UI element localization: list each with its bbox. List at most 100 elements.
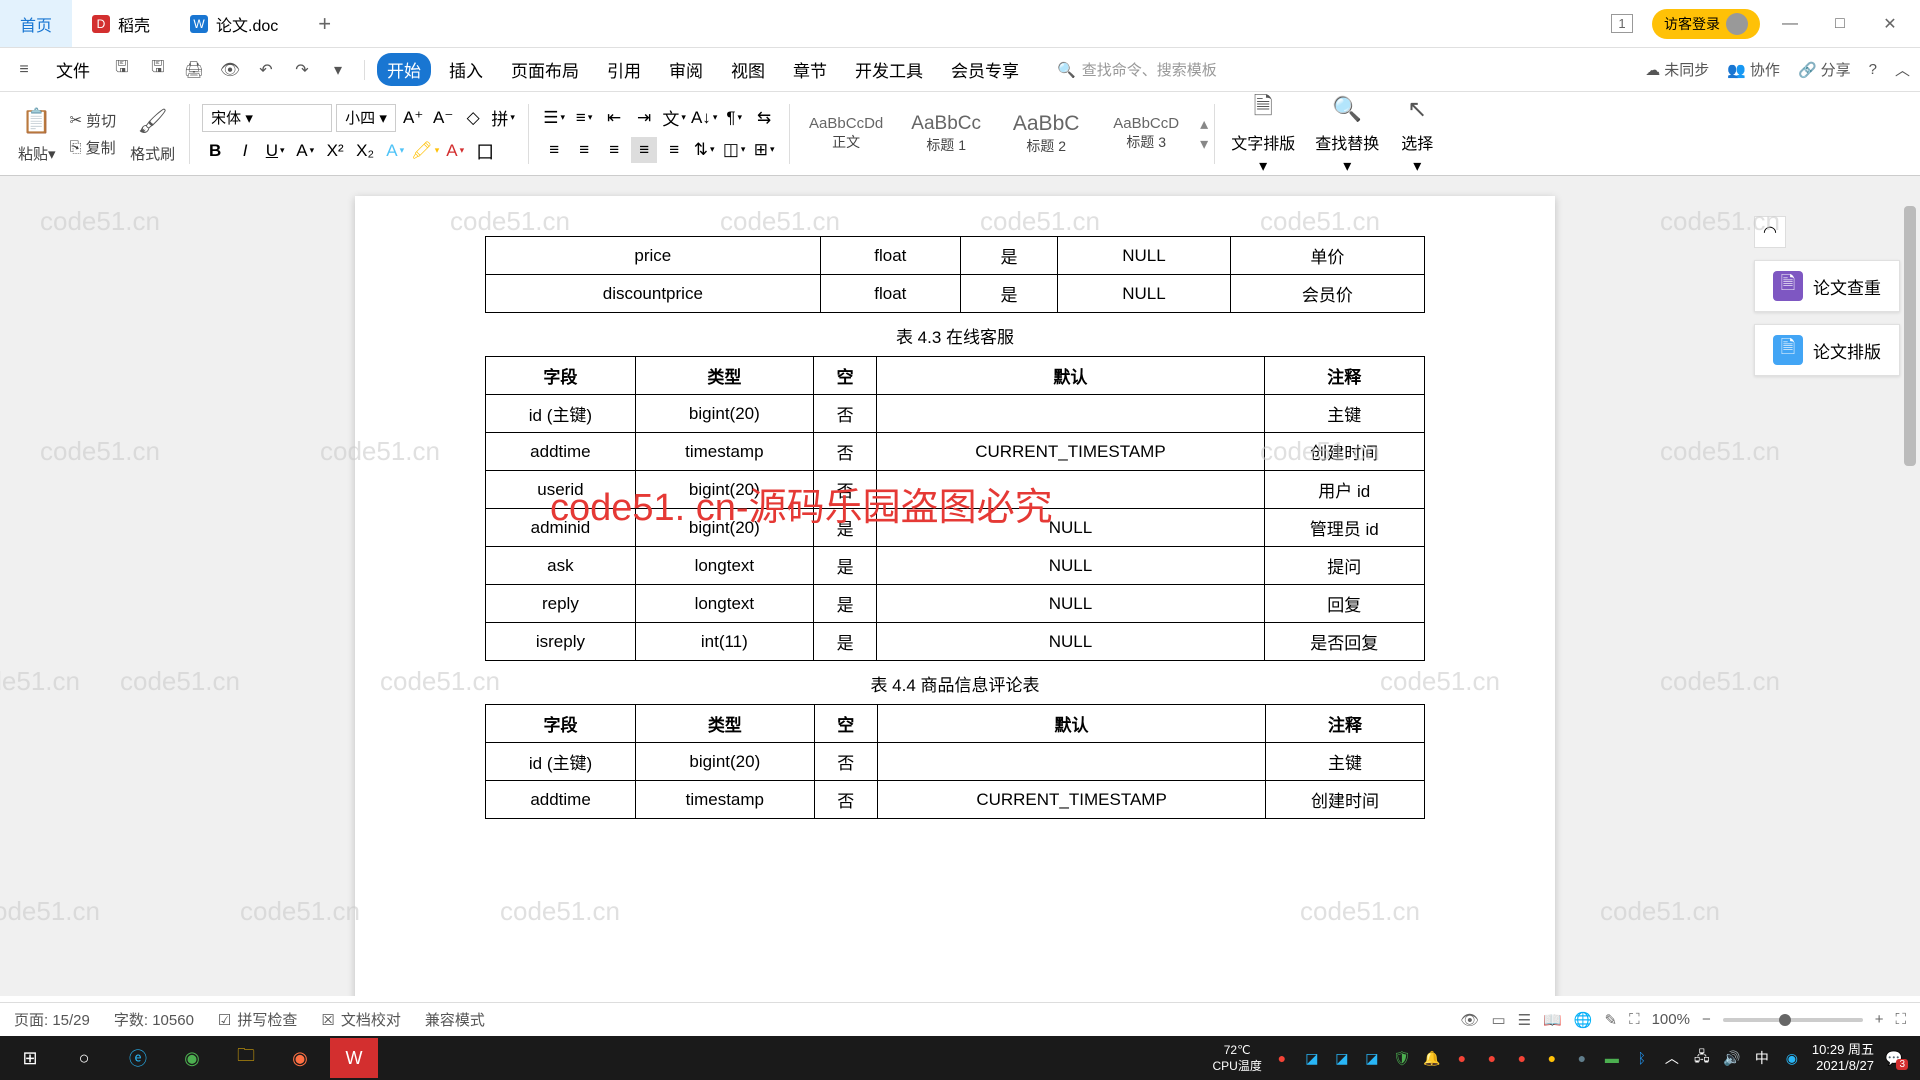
- minimize-button[interactable]: —: [1770, 4, 1810, 44]
- page-indicator[interactable]: 1: [1602, 4, 1642, 44]
- tray-icon[interactable]: 🛡: [1392, 1048, 1412, 1068]
- vertical-scrollbar[interactable]: [1902, 176, 1918, 996]
- style-heading1[interactable]: AaBbCc标题 1: [896, 104, 996, 164]
- asian-layout-button[interactable]: 文: [661, 105, 687, 131]
- spell-check-toggle[interactable]: ☑ 拼写检查: [218, 1009, 297, 1030]
- menu-review[interactable]: 审阅: [659, 53, 713, 86]
- increase-font-icon[interactable]: A⁺: [400, 105, 426, 131]
- ie-icon[interactable]: ⓔ: [114, 1038, 162, 1078]
- menu-layout[interactable]: 页面布局: [501, 53, 589, 86]
- dropdown-icon[interactable]: ▾: [324, 56, 352, 84]
- highlight-button[interactable]: 🖍: [412, 138, 438, 164]
- bold-button[interactable]: B: [202, 138, 228, 164]
- menu-file[interactable]: 文件: [46, 53, 100, 86]
- align-right-button[interactable]: ≡: [601, 137, 627, 163]
- style-heading3[interactable]: AaBbCcD标题 3: [1096, 104, 1196, 164]
- format-painter-label[interactable]: 格式刷: [130, 143, 175, 164]
- tray-icon[interactable]: ▬: [1602, 1048, 1622, 1068]
- menu-chapter[interactable]: 章节: [783, 53, 837, 86]
- document-page[interactable]: pricefloat是NULL单价 discountpricefloat是NUL…: [355, 196, 1555, 996]
- decrease-indent-button[interactable]: ⇤: [601, 105, 627, 131]
- decrease-font-icon[interactable]: A⁻: [430, 105, 456, 131]
- paper-check-button[interactable]: 🗎论文查重: [1754, 260, 1900, 312]
- web-icon[interactable]: 🌐: [1574, 1011, 1593, 1029]
- bullet-list-button[interactable]: ☰: [541, 105, 567, 131]
- phonetic-icon[interactable]: 拼: [490, 105, 516, 131]
- redo-icon[interactable]: ↷: [288, 56, 316, 84]
- font-size-select[interactable]: 小四 ▾: [336, 104, 396, 132]
- collapse-panel-button[interactable]: ◠: [1754, 216, 1786, 248]
- tray-icon[interactable]: ●: [1272, 1048, 1292, 1068]
- close-button[interactable]: ✕: [1870, 4, 1910, 44]
- sync-status[interactable]: ☁ 未同步: [1645, 59, 1709, 80]
- shading-button[interactable]: ◫: [721, 137, 747, 163]
- line-spacing-button[interactable]: ⇅: [691, 137, 717, 163]
- menu-insert[interactable]: 插入: [439, 53, 493, 86]
- eye-icon[interactable]: 👁: [1460, 1011, 1479, 1029]
- subscript-button[interactable]: X₂: [352, 138, 378, 164]
- cortana-icon[interactable]: ○: [60, 1038, 108, 1078]
- paste-icon[interactable]: 📋: [19, 103, 55, 139]
- start-button[interactable]: ⊞: [6, 1038, 54, 1078]
- tray-up-icon[interactable]: ︿: [1662, 1048, 1682, 1068]
- tray-icon[interactable]: ●: [1452, 1048, 1472, 1068]
- tab-daoke[interactable]: D稻壳: [72, 0, 170, 47]
- menu-dev[interactable]: 开发工具: [845, 53, 933, 86]
- tab-document[interactable]: W论文.doc: [170, 0, 298, 47]
- app-icon-1[interactable]: ◉: [276, 1038, 324, 1078]
- menu-start[interactable]: 开始: [377, 53, 431, 86]
- zoom-slider[interactable]: [1723, 1018, 1863, 1022]
- new-tab-button[interactable]: +: [298, 0, 351, 47]
- volume-icon[interactable]: 🔊: [1722, 1048, 1742, 1068]
- align-justify-button[interactable]: ≡: [631, 137, 657, 163]
- tray-notification-icon[interactable]: 🔔: [1422, 1048, 1442, 1068]
- action-center-icon[interactable]: 💬3: [1884, 1048, 1904, 1068]
- style-heading2[interactable]: AaBbC标题 2: [996, 104, 1096, 164]
- fullscreen-icon[interactable]: ⛶: [1895, 1011, 1906, 1028]
- font-color-button[interactable]: A: [442, 138, 468, 164]
- print-layout-icon[interactable]: ▭: [1491, 1011, 1505, 1029]
- collapse-ribbon-icon[interactable]: ︿: [1895, 59, 1910, 80]
- tab-button[interactable]: ⇆: [751, 105, 777, 131]
- command-search[interactable]: 🔍 查找命令、搜索模板: [1057, 59, 1217, 80]
- clock[interactable]: 10:29 周五2021/8/27: [1812, 1042, 1874, 1073]
- tray-icon[interactable]: ◪: [1362, 1048, 1382, 1068]
- menu-view[interactable]: 视图: [721, 53, 775, 86]
- network-icon[interactable]: 🖧: [1692, 1048, 1712, 1068]
- tray-icon[interactable]: ◪: [1302, 1048, 1322, 1068]
- tray-icon[interactable]: ●: [1542, 1048, 1562, 1068]
- style-up-icon[interactable]: ▴: [1200, 114, 1208, 134]
- bluetooth-icon[interactable]: ᛒ: [1632, 1048, 1652, 1068]
- style-normal[interactable]: AaBbCcDd正文: [796, 104, 896, 164]
- explorer-icon[interactable]: 🗀: [222, 1038, 270, 1078]
- sort-button[interactable]: A↓: [691, 105, 717, 131]
- hamburger-icon[interactable]: ≡: [10, 56, 38, 84]
- text-layout-button[interactable]: 🗎文字排版▾: [1221, 92, 1305, 176]
- undo-icon[interactable]: ↶: [252, 56, 280, 84]
- menu-member[interactable]: 会员专享: [941, 53, 1029, 86]
- tab-home[interactable]: 首页: [0, 0, 72, 47]
- copy-button[interactable]: ⎘ 复制: [70, 137, 117, 158]
- scrollbar-thumb[interactable]: [1904, 206, 1916, 466]
- print-preview-icon[interactable]: 👁: [216, 56, 244, 84]
- number-list-button[interactable]: ≡: [571, 105, 597, 131]
- align-left-button[interactable]: ≡: [541, 137, 567, 163]
- tray-icon[interactable]: ●: [1512, 1048, 1532, 1068]
- increase-indent-button[interactable]: ⇥: [631, 105, 657, 131]
- save-as-icon[interactable]: 🖫: [144, 56, 172, 84]
- page-counter[interactable]: 页面: 15/29: [14, 1009, 90, 1030]
- superscript-button[interactable]: X²: [322, 138, 348, 164]
- guest-login-button[interactable]: 访客登录: [1652, 9, 1760, 39]
- cut-button[interactable]: ✂ 剪切: [70, 110, 117, 131]
- border-button[interactable]: ⊞: [751, 137, 777, 163]
- wps-icon[interactable]: W: [330, 1038, 378, 1078]
- help-icon[interactable]: ?: [1869, 61, 1877, 78]
- find-replace-button[interactable]: 🔍查找替换▾: [1305, 92, 1389, 176]
- italic-button[interactable]: I: [232, 138, 258, 164]
- format-painter-icon[interactable]: 🖌: [135, 103, 171, 139]
- font-family-select[interactable]: 宋体 ▾: [202, 104, 332, 132]
- tray-icon[interactable]: ◪: [1332, 1048, 1352, 1068]
- zoom-out-button[interactable]: −: [1702, 1011, 1711, 1028]
- maximize-button[interactable]: □: [1820, 4, 1860, 44]
- text-effect-button[interactable]: A: [382, 138, 408, 164]
